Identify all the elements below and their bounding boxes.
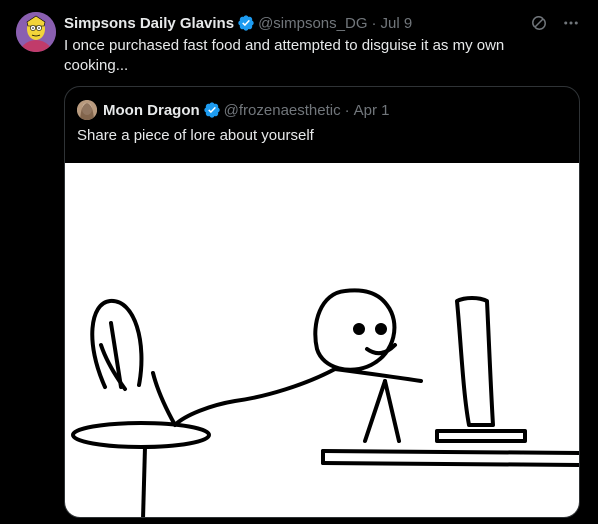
verified-badge-icon bbox=[203, 101, 221, 119]
separator-dot: · bbox=[344, 101, 350, 119]
author-avatar[interactable] bbox=[16, 12, 56, 52]
quote-media-image[interactable] bbox=[65, 163, 579, 517]
tweet-header: Simpsons Daily Glavins @simpsons_DG · Ju… bbox=[64, 12, 580, 34]
tweet-actions bbox=[530, 12, 580, 34]
verified-badge-icon[interactable] bbox=[237, 14, 255, 32]
grok-icon[interactable] bbox=[530, 14, 548, 32]
quote-date: Apr 1 bbox=[353, 101, 390, 119]
author-name[interactable]: Simpsons Daily Glavins bbox=[64, 15, 234, 32]
more-icon[interactable] bbox=[562, 14, 580, 32]
author-handle[interactable]: @simpsons_DG bbox=[258, 15, 367, 32]
quote-header: Moon Dragon @frozenaesthetic · Apr 1 bbox=[77, 99, 389, 121]
tweet-text: I once purchased fast food and attempted… bbox=[64, 37, 505, 74]
quote-text: Share a piece of lore about yourself bbox=[77, 127, 314, 144]
quote-author-avatar bbox=[77, 100, 97, 120]
tweet-date[interactable]: Jul 9 bbox=[381, 15, 413, 32]
quote-author-name: Moon Dragon bbox=[103, 101, 200, 119]
quoted-tweet[interactable]: Moon Dragon @frozenaesthetic · Apr 1 Sha… bbox=[64, 86, 580, 518]
separator-dot: · bbox=[371, 14, 377, 32]
quote-author-handle: @frozenaesthetic bbox=[223, 101, 341, 119]
